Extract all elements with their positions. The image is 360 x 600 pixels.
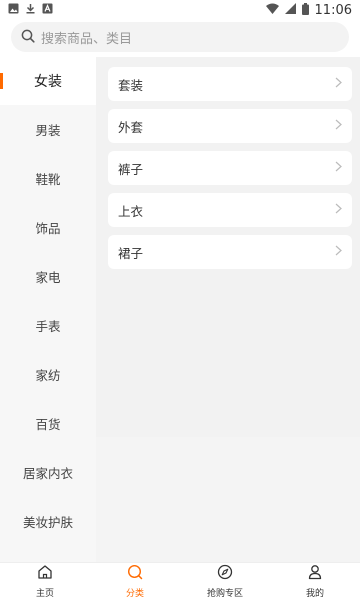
sidebar-item-label: 手表 xyxy=(35,319,61,334)
search-container: 搜索商品、类目 xyxy=(0,20,360,60)
tab-home[interactable]: 主页 xyxy=(0,563,90,600)
subcategory-label: 外套 xyxy=(118,119,144,135)
subcategory-row-pants[interactable]: 裤子 xyxy=(108,151,352,185)
subcategory-panel: 套装 外套 裤子 上衣 裙子 xyxy=(96,57,360,562)
tab-label: 分类 xyxy=(125,589,144,599)
subcategory-row-sets[interactable]: 套装 xyxy=(108,67,352,101)
sidebar-item-label: 家电 xyxy=(35,270,61,285)
sidebar-item-label: 美妆护肤 xyxy=(22,515,73,530)
chevron-right-icon xyxy=(335,245,342,259)
home-icon xyxy=(37,564,53,584)
category-sidebar: 女装 男装 鞋靴 饰品 家电 手表 家纺 百货 居家内衣 美妆护肤 xyxy=(0,57,96,562)
subcategory-label: 裙子 xyxy=(118,245,144,261)
subcategory-label: 裤子 xyxy=(118,161,144,177)
sidebar-item-label: 男装 xyxy=(35,123,61,138)
subcategory-row-coats[interactable]: 外套 xyxy=(108,109,352,143)
battery-icon xyxy=(301,2,309,18)
status-right: 11:06 xyxy=(265,2,352,18)
status-bar: 11:06 xyxy=(0,0,360,20)
sidebar-item-label: 家纺 xyxy=(35,368,61,383)
chevron-right-icon xyxy=(335,77,342,91)
status-left xyxy=(8,3,53,17)
tab-category[interactable]: 分类 xyxy=(90,563,180,600)
sidebar-item-mens[interactable]: 男装 xyxy=(0,105,96,154)
sidebar-item-label: 饰品 xyxy=(35,221,61,236)
category-main: 女装 男装 鞋靴 饰品 家电 手表 家纺 百货 居家内衣 美妆护肤 套装 外套 xyxy=(0,57,360,562)
chevron-right-icon xyxy=(335,119,342,133)
chevron-right-icon xyxy=(335,203,342,217)
search-icon xyxy=(127,564,143,584)
image-icon xyxy=(8,3,19,17)
download-icon xyxy=(25,3,36,17)
bottom-tab-bar: 主页 分类 抢购专区 我的 xyxy=(0,562,360,600)
sidebar-item-appliances[interactable]: 家电 xyxy=(0,252,96,301)
sidebar-item-watches[interactable]: 手表 xyxy=(0,301,96,350)
search-input[interactable]: 搜索商品、类目 xyxy=(11,22,349,52)
sidebar-item-accessories[interactable]: 饰品 xyxy=(0,203,96,252)
tab-flash-sale[interactable]: 抢购专区 xyxy=(180,563,270,600)
search-icon xyxy=(21,28,35,47)
signal-icon xyxy=(284,3,296,17)
subcategory-list: 套装 外套 裤子 上衣 裙子 xyxy=(96,57,360,437)
sidebar-item-beauty[interactable]: 美妆护肤 xyxy=(0,497,96,546)
sidebar-item-homewear[interactable]: 居家内衣 xyxy=(0,448,96,497)
compass-icon xyxy=(217,564,233,584)
subcategory-label: 上衣 xyxy=(118,203,144,219)
sidebar-item-label: 居家内衣 xyxy=(22,466,73,481)
sidebar-item-textiles[interactable]: 家纺 xyxy=(0,350,96,399)
sidebar-item-label: 百货 xyxy=(35,417,61,432)
sidebar-item-womens[interactable]: 女装 xyxy=(0,57,96,105)
search-placeholder: 搜索商品、类目 xyxy=(41,31,133,47)
sidebar-item-label: 女装 xyxy=(34,74,62,90)
font-icon xyxy=(42,3,53,17)
subcategory-row-tops[interactable]: 上衣 xyxy=(108,193,352,227)
subcategory-row-skirts[interactable]: 裙子 xyxy=(108,235,352,269)
subcategory-label: 套装 xyxy=(118,77,144,93)
user-icon xyxy=(307,564,323,584)
wifi-icon xyxy=(265,3,279,17)
sidebar-item-label: 鞋靴 xyxy=(35,172,61,187)
chevron-right-icon xyxy=(335,161,342,175)
sidebar-item-general[interactable]: 百货 xyxy=(0,399,96,448)
tab-profile[interactable]: 我的 xyxy=(270,563,360,600)
sidebar-item-shoes[interactable]: 鞋靴 xyxy=(0,154,96,203)
tab-label: 我的 xyxy=(305,589,324,599)
tab-label: 抢购专区 xyxy=(206,589,243,599)
status-time: 11:06 xyxy=(314,2,352,18)
tab-label: 主页 xyxy=(35,589,54,599)
